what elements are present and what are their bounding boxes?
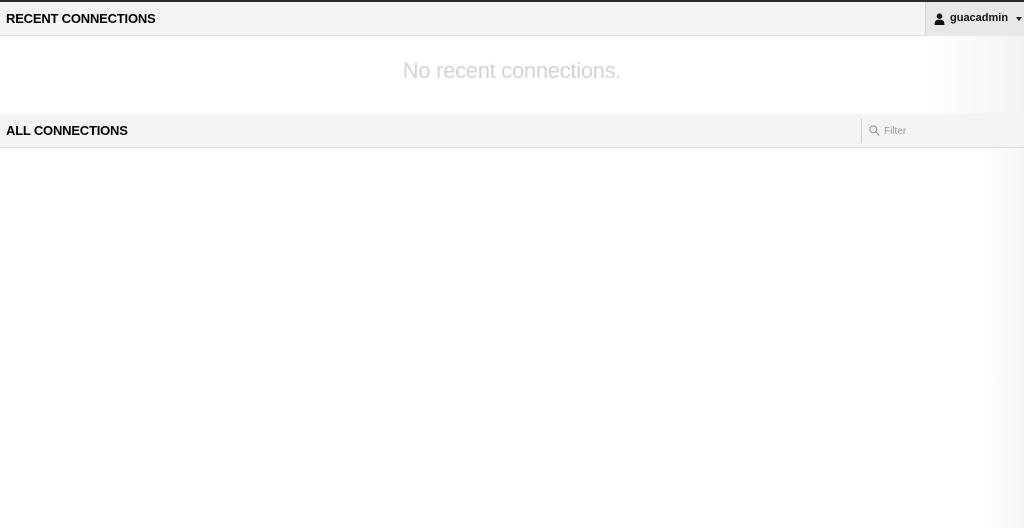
recent-connections-body: No recent connections. xyxy=(0,36,1024,114)
filter-input[interactable] xyxy=(884,122,1019,140)
all-connections-title: ALL CONNECTIONS xyxy=(6,123,128,138)
user-icon xyxy=(934,13,945,25)
all-side-shade xyxy=(984,148,1024,528)
search-icon xyxy=(869,125,880,136)
no-recent-connections-message: No recent connections. xyxy=(402,58,622,83)
username-label: guacadmin xyxy=(950,12,1009,24)
all-connections-header: ALL CONNECTIONS xyxy=(0,114,1024,148)
recent-connections-header: RECENT CONNECTIONS guacadmin xyxy=(0,2,1024,36)
caret-down-icon xyxy=(1016,17,1022,21)
recent-connections-title: RECENT CONNECTIONS xyxy=(6,11,156,26)
filter-box xyxy=(861,119,1024,143)
user-menu-button[interactable]: guacadmin xyxy=(925,2,1024,36)
all-connections-body xyxy=(0,148,1024,528)
